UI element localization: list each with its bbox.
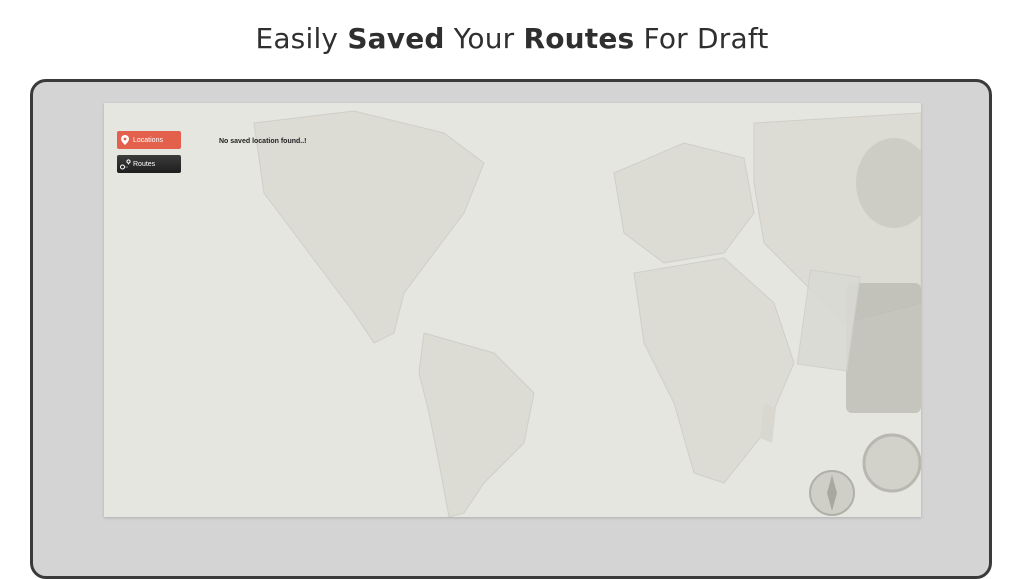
- headline-bold: Saved: [347, 22, 445, 55]
- sidebar-item-routes[interactable]: Routes: [117, 155, 181, 173]
- world-map-background: [253, 110, 921, 517]
- sidebar-item-label: Locations: [133, 136, 163, 144]
- headline-part: For Draft: [634, 22, 769, 55]
- compass-prop: [862, 433, 921, 493]
- page-headline: Easily Saved Your Routes For Draft: [0, 22, 1024, 55]
- app-screen: Locations Routes No saved location found…: [104, 103, 921, 517]
- headline-part: Easily: [255, 22, 348, 55]
- europe-shape: [613, 142, 755, 264]
- headline-bold: Routes: [523, 22, 635, 55]
- route-icon: [117, 155, 133, 173]
- map-pin-icon: [117, 131, 133, 149]
- africa-shape: [633, 257, 795, 484]
- notebook-prop: [846, 283, 921, 413]
- sidebar-item-locations[interactable]: Locations: [117, 131, 181, 149]
- south-america-shape: [418, 332, 535, 517]
- empty-state-message: No saved location found..!: [219, 138, 307, 145]
- headline-part: Your: [444, 22, 524, 55]
- north-america-shape: [253, 110, 485, 344]
- sidebar-item-label: Routes: [133, 160, 156, 168]
